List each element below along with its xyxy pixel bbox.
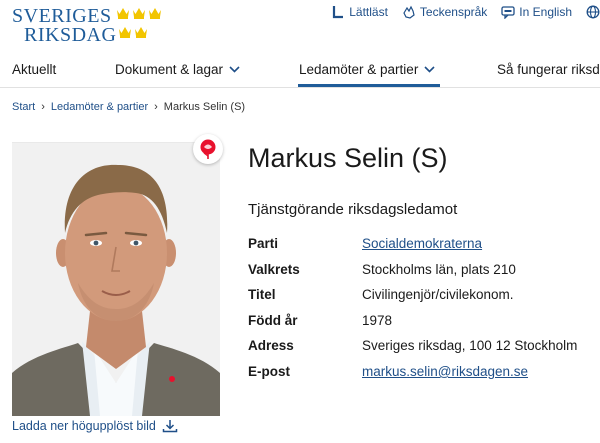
- sign-language-link[interactable]: Teckenspråk: [402, 5, 487, 19]
- fact-value: Sveriges riksdag, 100 12 Stockholm: [362, 338, 578, 354]
- nav-item-sa-fungerar-riksdagen[interactable]: Så fungerar riksda: [497, 62, 600, 77]
- english-language-icon: [501, 6, 515, 19]
- portrait-image: [12, 143, 220, 416]
- download-label: Ladda ner högupplöst bild: [12, 419, 156, 433]
- fact-row-fodd-ar: Född år 1978: [248, 313, 598, 339]
- nav-item-ledamoter-partier[interactable]: Ledamöter & partier: [299, 62, 435, 77]
- fact-label: E-post: [248, 363, 290, 379]
- easy-read-label: Lättläst: [349, 5, 388, 19]
- english-link[interactable]: In English: [501, 5, 572, 19]
- breadcrumb-separator: ›: [41, 101, 45, 113]
- breadcrumb-ledamoter[interactable]: Ledamöter & partier: [51, 101, 148, 113]
- globe-icon: [586, 5, 600, 19]
- fact-value: Civilingenjör/civilekonom.: [362, 287, 514, 303]
- nav-item-aktuellt[interactable]: Aktuellt: [12, 62, 56, 77]
- fact-value: Stockholms län, plats 210: [362, 261, 516, 277]
- fact-row-epost: E-post markus.selin@riksdagen.se: [248, 364, 598, 390]
- party-link[interactable]: Socialdemokraterna: [362, 236, 482, 251]
- crowns-icon: [116, 6, 162, 19]
- member-portrait: [12, 142, 220, 416]
- english-label: In English: [519, 5, 572, 19]
- chevron-down-icon: [424, 66, 435, 73]
- fact-label: Adress: [248, 338, 294, 354]
- fact-label: Parti: [248, 236, 279, 251]
- party-logo-badge[interactable]: [193, 134, 223, 164]
- nav-item-label: Ledamöter & partier: [299, 62, 419, 77]
- nav-item-label: Så fungerar riksda: [497, 62, 600, 77]
- fact-label: Född år: [248, 312, 298, 328]
- fact-row-valkrets: Valkrets Stockholms län, plats 210: [248, 262, 598, 288]
- sign-language-icon: [403, 5, 415, 19]
- fact-value: 1978: [362, 312, 393, 328]
- crowns-icon-lower: [118, 25, 148, 38]
- download-icon: [162, 420, 178, 433]
- nav-item-dokument-lagar[interactable]: Dokument & lagar: [115, 62, 240, 77]
- fact-row-parti: Parti Socialdemokraterna: [248, 236, 598, 262]
- main-nav: Aktuellt Dokument & lagar Ledamöter & pa…: [0, 53, 600, 88]
- nav-item-label: Aktuellt: [12, 62, 57, 77]
- language-selector[interactable]: [586, 5, 600, 19]
- social-democrats-rose-icon: [200, 139, 216, 159]
- member-name: Markus Selin (S): [248, 143, 448, 173]
- fact-row-adress: Adress Sveriges riksdag, 100 12 Stockhol…: [248, 338, 598, 364]
- fact-label: Valkrets: [248, 261, 300, 277]
- breadcrumb-separator: ›: [154, 101, 158, 113]
- fact-label: Titel: [248, 287, 276, 303]
- breadcrumb-start[interactable]: Start: [12, 101, 35, 113]
- chevron-down-icon: [229, 66, 240, 73]
- easy-read-link[interactable]: Lättläst: [331, 5, 388, 19]
- member-role: Tjänstgörande riksdagsledamot: [248, 201, 458, 218]
- nav-active-indicator: [298, 84, 440, 87]
- easy-read-icon: [333, 6, 344, 19]
- breadcrumb-current: Markus Selin (S): [163, 101, 246, 113]
- nav-item-label: Dokument & lagar: [115, 62, 224, 77]
- logo-text-line2: RIKSDAG: [24, 24, 117, 46]
- member-facts: Parti Socialdemokraterna Valkrets Stockh…: [248, 236, 598, 390]
- download-hires-image-link[interactable]: Ladda ner högupplöst bild: [12, 419, 178, 433]
- breadcrumb: Start › Ledamöter & partier › Markus Sel…: [12, 101, 245, 113]
- email-link[interactable]: markus.selin@riksdagen.se: [362, 364, 528, 379]
- sign-language-label: Teckenspråk: [419, 5, 488, 19]
- fact-row-titel: Titel Civilingenjör/civilekonom.: [248, 287, 598, 313]
- header-tools: Lättläst Teckenspråk In English: [331, 5, 600, 19]
